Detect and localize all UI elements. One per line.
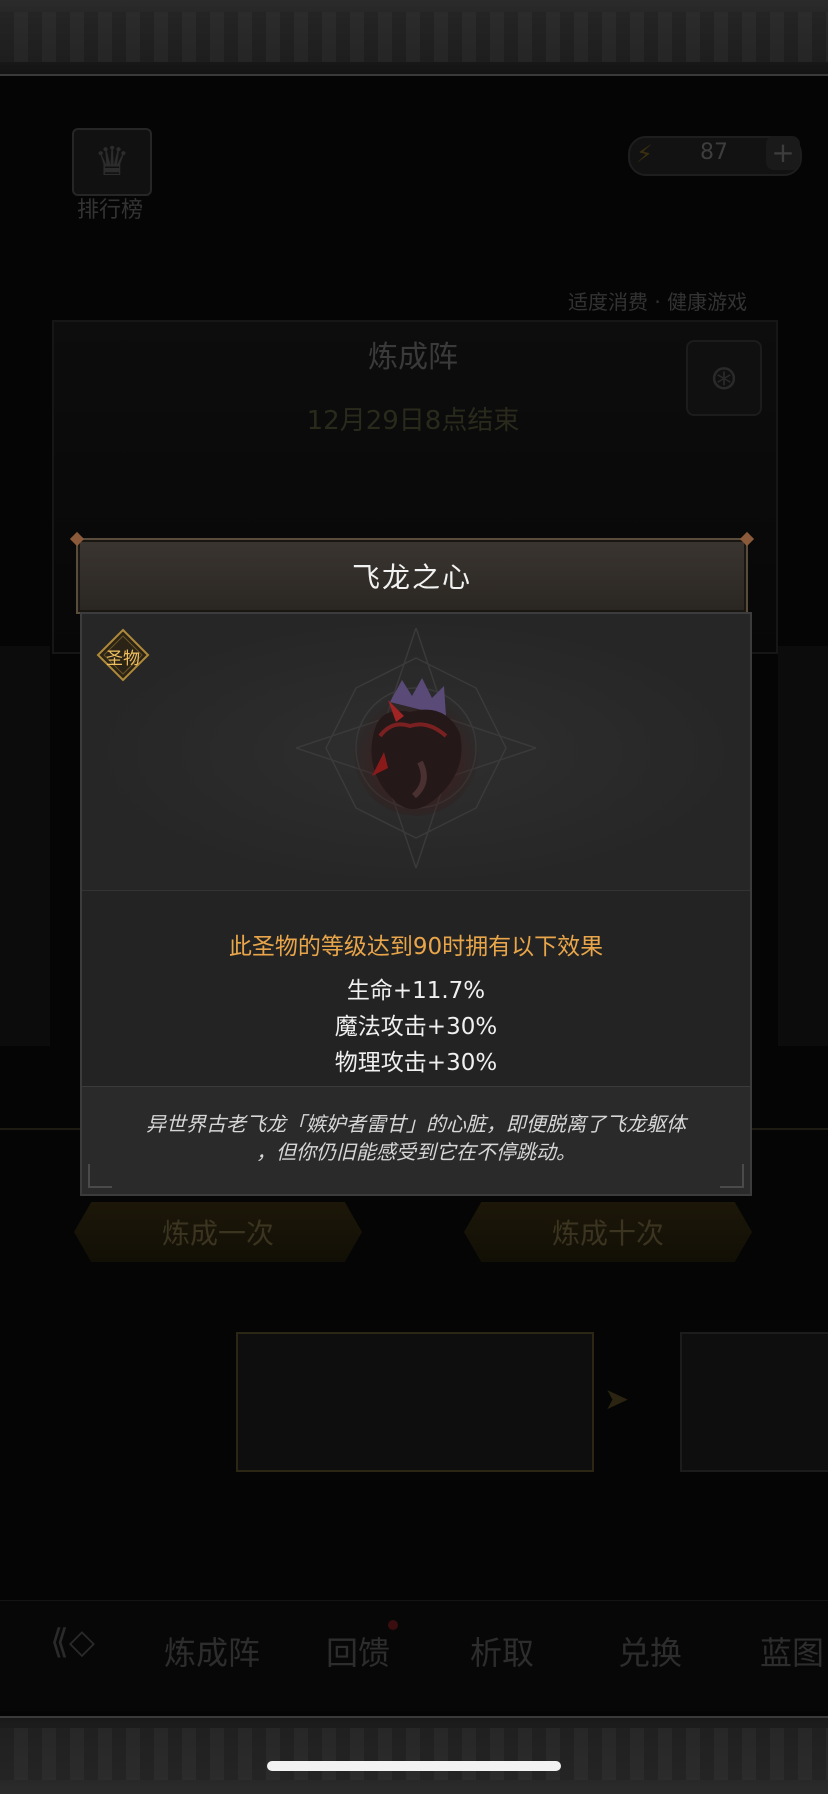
- corner-ornament: [88, 1164, 112, 1188]
- health-notice: 适度消费 · 健康游戏: [568, 290, 748, 314]
- relic-lore: 异世界古老飞龙「嫉妒者雷甘」的心脏，即便脱离了飞龙躯体 ，但你仍旧能感受到它在不…: [106, 1110, 726, 1166]
- reward-preview-panel-next[interactable]: [680, 1332, 828, 1472]
- relic-detail-modal: 圣物 此圣物的等级达到90时拥有以下效果 生命+11.7% 魔法攻击+30% 物…: [80, 612, 752, 1196]
- modal-header: 飞龙之心: [69, 531, 755, 614]
- dragon-heart-icon: [354, 678, 478, 816]
- craft-once-button[interactable]: 炼成一次: [74, 1202, 362, 1262]
- right-side-panel: [778, 646, 828, 1046]
- banner-badge-icon[interactable]: ⊛: [686, 340, 762, 416]
- tab-extract[interactable]: 析取: [470, 1628, 534, 1674]
- bottom-nav: [0, 1600, 828, 1711]
- left-side-panel: [0, 646, 50, 1046]
- crown-icon[interactable]: ♛: [72, 128, 152, 196]
- rank-label: 排行榜: [76, 198, 143, 223]
- currency-value: 87: [700, 140, 728, 165]
- tab-exchange[interactable]: 兑换: [618, 1628, 682, 1674]
- bottom-frame-border: [0, 1716, 828, 1794]
- banner-end-time: 12月29日8点结束: [306, 406, 520, 436]
- lore-line-2: ，但你仍旧能感受到它在不停跳动。: [256, 1140, 576, 1164]
- lightning-icon: ⚡: [636, 140, 653, 168]
- tab-craft-circle[interactable]: 炼成阵: [164, 1628, 260, 1674]
- back-diamond-icon[interactable]: ⟪◇: [50, 1622, 95, 1662]
- arrow-right-icon[interactable]: ➤: [604, 1382, 629, 1417]
- lore-line-1: 异世界古老飞龙「嫉妒者雷甘」的心脏，即便脱离了飞龙躯体: [146, 1112, 686, 1136]
- craft-ten-button[interactable]: 炼成十次: [464, 1202, 752, 1262]
- tab-feedback[interactable]: 回馈: [326, 1628, 390, 1674]
- reward-preview-panel[interactable]: [236, 1332, 594, 1472]
- effect-hp: 生命+11.7%: [346, 978, 486, 1004]
- banner-title: 炼成阵: [368, 340, 458, 375]
- top-frame-border: [0, 0, 828, 76]
- corner-ornament: [720, 1164, 744, 1188]
- notification-dot: [388, 1620, 398, 1630]
- add-currency-button[interactable]: +: [766, 136, 800, 170]
- effect-magic-attack: 魔法攻击+30%: [334, 1014, 498, 1040]
- effect-header: 此圣物的等级达到90时拥有以下效果: [228, 934, 604, 960]
- divider: [82, 1086, 750, 1087]
- relic-effects: 此圣物的等级达到90时拥有以下效果 生命+11.7% 魔法攻击+30% 物理攻击…: [82, 890, 750, 1087]
- modal-title: 飞龙之心: [351, 561, 472, 594]
- tab-blueprint[interactable]: 蓝图: [760, 1628, 824, 1674]
- relic-art-area: 圣物: [82, 614, 750, 890]
- effect-physical-attack: 物理攻击+30%: [334, 1050, 498, 1076]
- home-indicator[interactable]: [267, 1761, 561, 1771]
- relic-badge-label: 圣物: [106, 649, 140, 669]
